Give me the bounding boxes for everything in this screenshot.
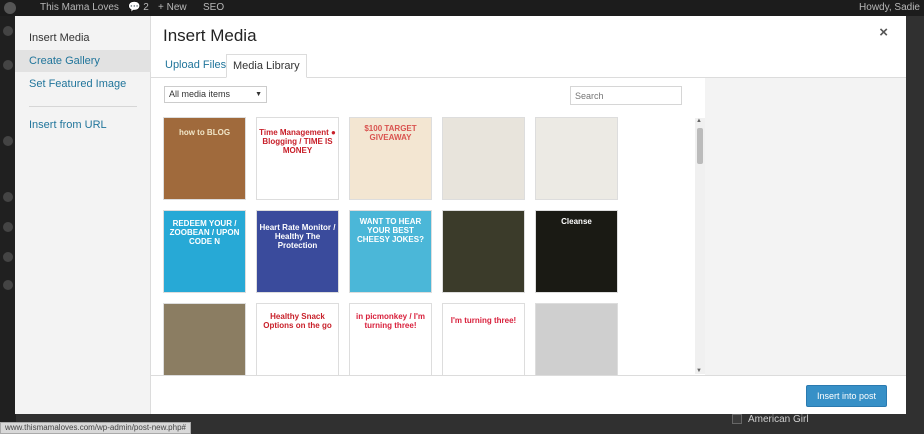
tab-upload-files[interactable]: Upload Files: [159, 54, 232, 78]
menu-separator: [29, 106, 137, 107]
scroll-down-icon[interactable]: ▼: [696, 368, 702, 374]
attachment-thumbnail[interactable]: [442, 117, 525, 200]
attachment-thumbnail[interactable]: Healthy Snack Options on the go: [256, 303, 339, 375]
tab-media-library[interactable]: Media Library: [226, 54, 307, 78]
category-label: American Girl: [748, 414, 809, 425]
attachment-thumbnail[interactable]: Heart Rate Monitor / Healthy The Protect…: [256, 210, 339, 293]
admin-bar-seo[interactable]: SEO: [203, 2, 224, 13]
search-input[interactable]: [570, 86, 682, 105]
attachment-thumbnail[interactable]: Cleanse: [535, 210, 618, 293]
thumbnail-caption: I'm turning three!: [450, 316, 517, 325]
users-icon[interactable]: [3, 192, 13, 202]
attachment-thumbnail[interactable]: in picmonkey / I'm turning three!: [349, 303, 432, 375]
chevron-down-icon: ▼: [255, 91, 262, 98]
attachment-thumbnail[interactable]: [163, 303, 246, 375]
posts-icon[interactable]: [3, 60, 13, 70]
attachment-thumbnail[interactable]: [442, 210, 525, 293]
media-toolbar: Insert into post: [151, 375, 906, 414]
thumbnail-caption: $100 TARGET GIVEAWAY: [364, 124, 417, 142]
media-router-tabs: Upload Files Media Library: [151, 52, 906, 78]
insert-media-modal: Insert Media Create Gallery Set Featured…: [15, 16, 906, 414]
attachment-thumbnail[interactable]: $100 TARGET GIVEAWAY: [349, 117, 432, 200]
thumbnail-caption: REDEEM YOUR / ZOOBEAN / UPON CODE N: [169, 219, 240, 246]
thumbnail-caption: WANT TO HEAR YOUR BEST CHEESY JOKES?: [357, 217, 424, 244]
browser-status-url: www.thismamaloves.com/wp-admin/post-new.…: [0, 422, 191, 434]
admin-bar-comments[interactable]: 💬 2: [128, 2, 149, 13]
thumbnail-caption: how to BLOG: [178, 128, 231, 137]
insert-into-post-button[interactable]: Insert into post: [806, 385, 887, 407]
close-icon[interactable]: ×: [879, 24, 888, 41]
dashboard-icon[interactable]: [3, 26, 13, 36]
modal-title: Insert Media: [163, 26, 257, 45]
attachment-thumbnail[interactable]: WANT TO HEAR YOUR BEST CHEESY JOKES?: [349, 210, 432, 293]
menu-insert-media[interactable]: Insert Media: [15, 27, 151, 49]
seo-icon[interactable]: [3, 280, 13, 290]
menu-create-gallery[interactable]: Create Gallery: [15, 50, 151, 72]
menu-insert-from-url[interactable]: Insert from URL: [15, 114, 151, 136]
media-filter-value: All media items: [169, 89, 231, 99]
wordpress-logo-icon[interactable]: [4, 2, 16, 14]
media-frame-menu: Insert Media Create Gallery Set Featured…: [15, 16, 151, 414]
attachments-grid: how to BLOG Time Management ● Blogging /…: [163, 117, 683, 375]
admin-bar-howdy[interactable]: Howdy, Sadie: [859, 2, 920, 13]
category-checkbox[interactable]: [732, 414, 742, 424]
attachment-thumbnail[interactable]: I'm turning three!: [442, 303, 525, 375]
settings-icon[interactable]: [3, 252, 13, 262]
scroll-thumb[interactable]: [697, 128, 703, 164]
attachment-details-sidebar: [705, 78, 906, 375]
thumbnail-caption: Cleanse: [561, 217, 592, 226]
attachments-scrollbar[interactable]: ▲ ▼: [695, 118, 705, 374]
admin-bar-site-name[interactable]: This Mama Loves: [40, 2, 119, 13]
comments-icon[interactable]: [3, 136, 13, 146]
scroll-up-icon[interactable]: ▲: [696, 118, 702, 124]
thumbnail-caption: Healthy Snack Options on the go: [263, 312, 332, 330]
menu-set-featured-image[interactable]: Set Featured Image: [15, 73, 151, 95]
admin-menu: [0, 16, 16, 434]
thumbnail-caption: Time Management ● Blogging / TIME IS MON…: [259, 128, 336, 155]
admin-bar-new[interactable]: + New: [158, 2, 187, 13]
attachments-browser: All media items ▼ how to BLOG Time Manag…: [151, 78, 695, 375]
tools-icon[interactable]: [3, 222, 13, 232]
attachment-thumbnail[interactable]: Time Management ● Blogging / TIME IS MON…: [256, 117, 339, 200]
admin-bar: This Mama Loves 💬 2 + New SEO Howdy, Sad…: [0, 0, 924, 16]
attachment-thumbnail[interactable]: REDEEM YOUR / ZOOBEAN / UPON CODE N: [163, 210, 246, 293]
attachment-thumbnail[interactable]: how to BLOG: [163, 117, 246, 200]
attachment-thumbnail[interactable]: [535, 303, 618, 375]
media-filter-select[interactable]: All media items ▼: [164, 86, 267, 103]
attachment-thumbnail[interactable]: [535, 117, 618, 200]
thumbnail-caption: in picmonkey / I'm turning three!: [355, 312, 426, 330]
comments-count: 2: [143, 2, 149, 13]
thumbnail-caption: Heart Rate Monitor / Healthy The Protect…: [259, 223, 336, 250]
